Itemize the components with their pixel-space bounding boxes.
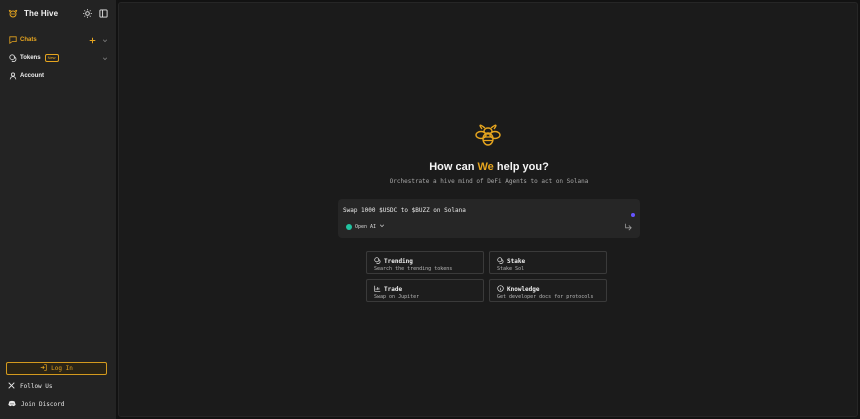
brand-title: The Hive [24,8,59,18]
card-description: Swap on Jupiter [374,294,420,300]
suggestion-trending[interactable]: Trending Search the trending tokens [366,251,484,274]
model-label: Open AI [355,224,377,230]
x-logo-icon [8,382,15,391]
login-icon [40,364,47,373]
heading-text-end: help you? [493,161,549,173]
info-icon [497,285,504,294]
coins-icon [8,54,17,63]
chevron-down-icon [379,223,385,231]
follow-us-label: Follow Us [20,383,53,390]
sidebar-item-label: Tokens [20,55,41,61]
sidebar-item-chats[interactable]: Chats [8,31,108,49]
join-discord-label: Join Discord [21,401,65,408]
model-selector[interactable]: Open AI [346,223,385,231]
heading-highlight: We [477,161,494,173]
discord-icon [8,400,16,409]
new-badge: New [44,54,59,62]
join-discord-link[interactable]: Join Discord [8,400,64,409]
card-description: Search the trending tokens [374,266,453,272]
sidebar-collapse-icon[interactable] [98,8,108,18]
suggestion-stake[interactable]: Stake Stake Sol [489,251,607,274]
card-description: Get developer docs for protocols [497,294,594,300]
heading-text: How can [429,161,478,173]
suggestion-knowledge[interactable]: Knowledge Get developer docs for protoco… [489,279,607,302]
sidebar-item-label: Chats [20,37,37,43]
card-title: Trade [384,286,403,293]
theme-toggle-icon[interactable] [82,8,92,18]
chevron-down-icon[interactable] [102,31,108,49]
sidebar-item-account[interactable]: Account [8,67,108,85]
sidebar-nav: Chats Tokens New Account [8,31,108,85]
sidebar-item-label: Account [20,73,44,79]
chat-icon [8,36,17,45]
send-icon[interactable] [623,222,632,231]
coins-icon [497,257,504,266]
subheading: Orchestrate a hive mind of DeFi Agents t… [389,178,589,185]
login-button[interactable]: Log In [6,362,107,375]
bee-logo-icon [473,120,503,150]
composer-input[interactable]: Swap 1000 $USDC to $BUZZ on Solana [343,207,466,214]
card-title: Stake [507,258,526,265]
new-chat-plus-icon[interactable] [89,31,96,49]
suggestion-trade[interactable]: Trade Swap on Jupiter [366,279,484,302]
status-dot [631,213,635,217]
main-panel: How can We help you? Orchestrate a hive … [118,2,858,417]
coins-icon [374,257,381,266]
follow-us-link[interactable]: Follow Us [8,382,53,391]
chart-icon [374,285,381,294]
user-icon [8,72,17,81]
page-title: How can We help you? [119,161,859,173]
chevron-down-icon[interactable] [102,49,108,67]
card-description: Stake Sol [497,266,525,272]
bee-logo-icon [8,8,18,18]
chat-composer[interactable]: Swap 1000 $USDC to $BUZZ on Solana Open … [338,199,640,238]
brand: The Hive [8,7,108,19]
card-title: Trending [384,258,413,265]
login-label: Log In [51,365,73,372]
openai-icon [346,224,352,230]
sidebar-item-tokens[interactable]: Tokens New [8,49,108,67]
sidebar: The Hive Chats Tokens New Account Log In… [0,0,116,419]
card-title: Knowledge [507,286,540,293]
